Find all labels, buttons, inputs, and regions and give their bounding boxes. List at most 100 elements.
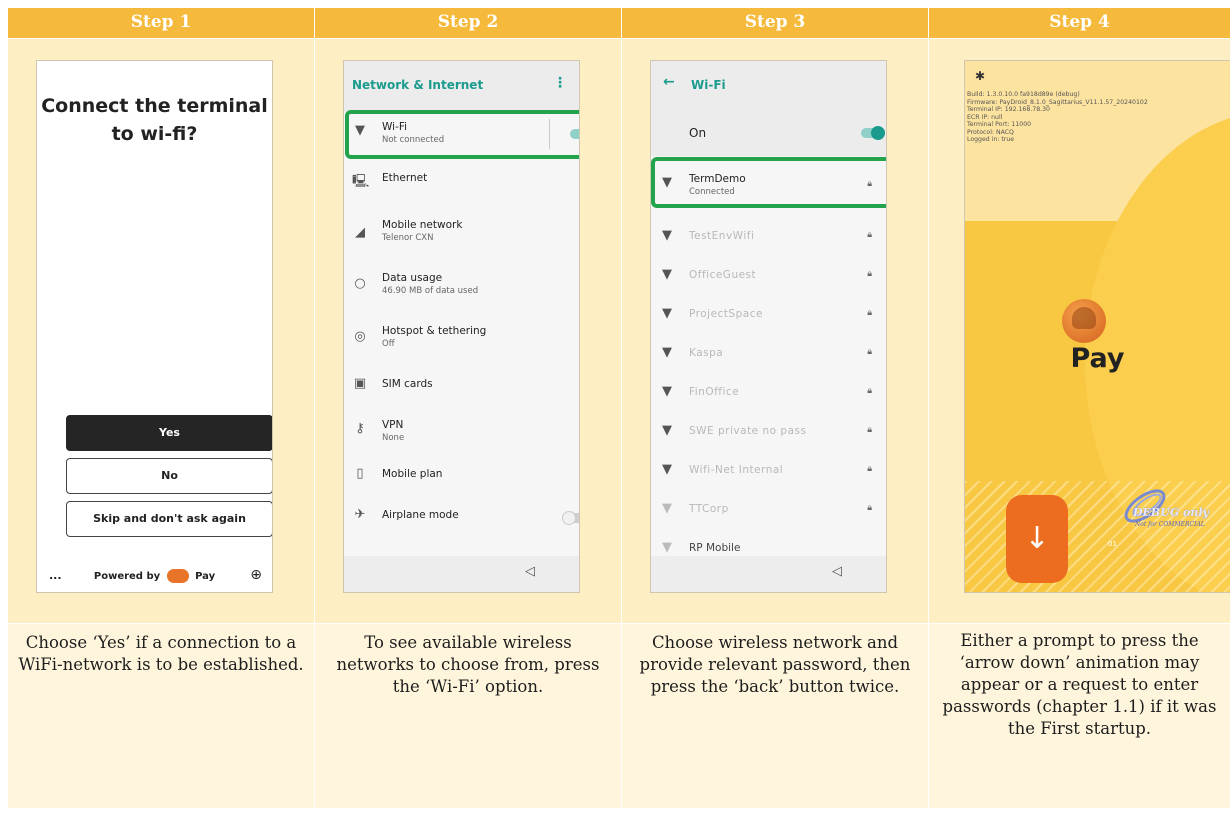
lock-icon: 🔒︎ (867, 308, 872, 318)
phone-screen-wifi-list: ← Wi-Fi On ▼ TermDemo Connected 🔒︎ ▼ Tes… (650, 60, 887, 593)
step-screenshot-cell: ← Wi-Fi On ▼ TermDemo Connected 🔒︎ ▼ Tes… (622, 39, 928, 623)
lock-icon: 🔒︎ (867, 386, 872, 396)
airplane-icon: ✈ (354, 507, 366, 522)
wifi-icon: ▼ (662, 228, 672, 243)
network-item[interactable]: ▼ TTCorp 🔒︎ (651, 491, 886, 529)
settings-item-vpn[interactable]: ⚷ VPN None (344, 411, 579, 455)
network-item[interactable]: ▼ ProjectSpace 🔒︎ (651, 296, 886, 334)
step-column-2: Step 2 Network & Internet ⋮ ▼ Wi-Fi Not … (315, 8, 621, 808)
back-nav-icon[interactable]: ◁ (525, 564, 535, 579)
brand-logo-icon (166, 569, 189, 583)
arrow-down-button[interactable]: ↓ (1006, 495, 1068, 583)
network-item[interactable]: ▼ Wifi-Net Internal 🔒︎ (651, 452, 886, 490)
globe-icon[interactable]: ⊕ (250, 567, 262, 583)
wifi-weak-icon: ▼ (662, 501, 672, 516)
debug-info: Build: 1.3.0.10.0 fa918d89e (debug) Firm… (967, 91, 1148, 144)
settings-item-label: Ethernet (382, 172, 428, 184)
lock-icon: 🔒︎ (867, 269, 872, 279)
step-caption: Either a prompt to press the ‘arrow down… (942, 631, 1217, 738)
wifi-icon: ▼ (662, 267, 672, 282)
skip-button[interactable]: Skip and don't ask again (66, 501, 272, 537)
wifi-icon: ▼ (662, 462, 672, 477)
airplane-toggle[interactable] (562, 511, 579, 525)
step-column-4: Step 4 ✱ Build: 1.3.0.10.0 fa918d89e (de… (929, 8, 1230, 808)
lock-icon: 🔒︎ (867, 464, 872, 474)
step-caption-cell: Choose wireless network and provide rele… (622, 624, 928, 808)
phone-screen-wifi-prompt: Connect the terminal to wi-fi? Yes No Sk… (36, 60, 273, 593)
back-arrow-icon[interactable]: ← (663, 74, 675, 90)
settings-item-sub: Off (382, 339, 395, 349)
settings-item-ethernet[interactable]: 🖳 Ethernet (344, 164, 579, 208)
arrow-down-icon: ↓ (1024, 521, 1050, 556)
settings-item-mobile-network[interactable]: ◢ Mobile network Telenor CXN (344, 211, 579, 255)
step-header: Step 2 (315, 8, 621, 38)
network-item[interactable]: ▼ SWE private no pass 🔒︎ (651, 413, 886, 451)
phone-screen-network-settings: Network & Internet ⋮ ▼ Wi-Fi Not connect… (343, 60, 580, 593)
network-item[interactable]: ▼ Kaspa 🔒︎ (651, 335, 886, 373)
step-screenshot-cell: ✱ Build: 1.3.0.10.0 fa918d89e (debug) Fi… (929, 39, 1230, 623)
app-bar-title: Network & Internet (352, 78, 484, 92)
powered-by-label: Powered by (93, 571, 161, 582)
settings-item-label: Mobile network (382, 219, 463, 231)
lock-icon: 🔒︎ (867, 425, 872, 435)
step-caption-cell: To see available wireless networks to ch… (315, 624, 621, 808)
settings-item-airplane-mode[interactable]: ✈ Airplane mode (344, 503, 579, 539)
settings-item-hotspot[interactable]: ◎ Hotspot & tethering Off (344, 317, 579, 361)
settings-item-mobile-plan[interactable]: ▯ Mobile plan (344, 461, 579, 497)
step-column-3: Step 3 ← Wi-Fi On ▼ TermDemo Connected 🔒… (622, 8, 928, 808)
settings-item-label: Mobile plan (382, 468, 443, 480)
app-bar-title: Wi-Fi (691, 78, 726, 92)
system-nav-bar: ◁ (651, 556, 886, 592)
debug-watermark: DEBUG only (1133, 506, 1209, 519)
brand-name: Pay (195, 571, 216, 582)
yes-button[interactable]: Yes (66, 415, 272, 451)
settings-item-label: VPN (382, 419, 404, 431)
settings-item-sub: Telenor CXN (382, 233, 434, 243)
wifi-icon: ▼ (662, 306, 672, 321)
settings-item-label: SIM cards (382, 378, 433, 390)
step-screenshot-cell: Network & Internet ⋮ ▼ Wi-Fi Not connect… (315, 39, 621, 623)
network-name: FinOffice (689, 386, 740, 398)
debug-info-line: Logged in: true (967, 136, 1015, 143)
step-header: Step 3 (622, 8, 928, 38)
network-name: TTCorp (689, 503, 729, 515)
powered-by: Powered by Pay (37, 569, 272, 583)
bug-icon[interactable]: ✱ (975, 69, 985, 83)
phone-screen-pay-home: ✱ Build: 1.3.0.10.0 fa918d89e (debug) Fi… (964, 60, 1230, 593)
step-column-1: Step 1 Connect the terminal to wi-fi? Ye… (8, 8, 314, 808)
overflow-menu-icon[interactable]: ⋮ (553, 75, 567, 91)
network-name: Kaspa (689, 347, 724, 359)
network-item[interactable]: ▼ OfficeGuest 🔒︎ (651, 257, 886, 295)
signal-icon: ◢ (355, 225, 365, 240)
debug-info-line: Build: 1.3.0.10.0 fa918d89e (debug) (967, 91, 1080, 98)
settings-item-sim-cards[interactable]: ▣ SIM cards (344, 370, 579, 414)
lock-icon: 🔒︎ (867, 230, 872, 240)
debug-info-line: Terminal IP: 192.168.78.30 (967, 106, 1050, 113)
debug-info-line: Protocol: NACQ (967, 128, 1014, 136)
step-header: Step 4 (929, 8, 1230, 38)
network-name: TestEnvWifi (689, 230, 755, 242)
wifi-icon: ▼ (662, 423, 672, 438)
footer: ... Powered by Pay ⊕ (37, 567, 272, 589)
brand-coin-logo-icon (1062, 299, 1106, 343)
counter: 01 (1108, 540, 1117, 548)
debug-info-line: Firmware: PayDroid_8.1.0_Sagittarius_V11… (967, 98, 1148, 106)
settings-item-label: Data usage (382, 272, 443, 284)
wifi-icon: ▼ (662, 345, 672, 360)
sim-card-icon: ▣ (353, 376, 367, 391)
step-caption: To see available wireless networks to ch… (336, 633, 600, 696)
network-item[interactable]: ▼ TestEnvWifi 🔒︎ (651, 218, 886, 256)
settings-item-data-usage[interactable]: ○ Data usage 46.90 MB of data used (344, 264, 579, 308)
wifi-toggle[interactable] (861, 126, 885, 140)
step-header: Step 1 (8, 8, 314, 38)
network-item[interactable]: ▼ FinOffice 🔒︎ (651, 374, 886, 412)
step-caption-cell: Choose ‘Yes’ if a connection to a WiFi-n… (8, 624, 314, 808)
no-button[interactable]: No (66, 458, 272, 494)
back-nav-icon[interactable]: ◁ (832, 564, 842, 579)
vpn-key-icon: ⚷ (355, 421, 365, 436)
wifi-weak-icon: ▼ (662, 540, 672, 555)
wifi-master-switch[interactable]: On (651, 112, 886, 156)
data-usage-icon: ○ (354, 276, 366, 291)
highlight-box (345, 110, 579, 159)
highlight-box (651, 157, 886, 208)
